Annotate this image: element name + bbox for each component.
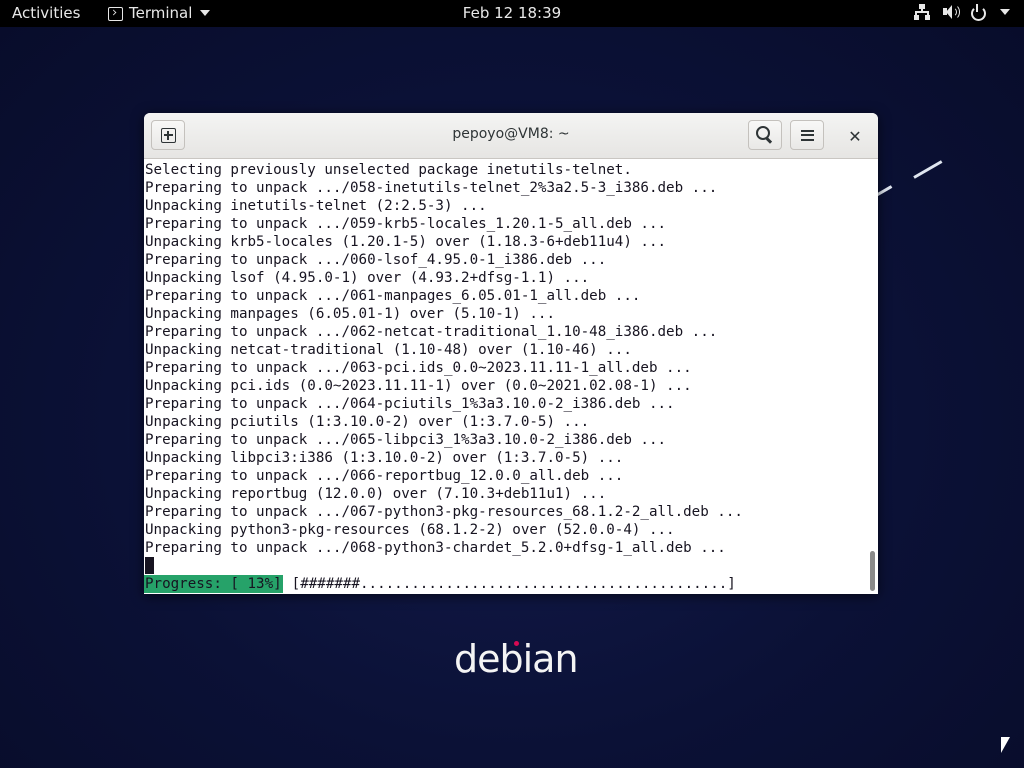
scrollbar-thumb[interactable] — [870, 551, 875, 591]
chevron-down-icon — [1000, 9, 1010, 15]
terminal-line: Unpacking pci.ids (0.0~2023.11.11-1) ove… — [145, 378, 692, 394]
desktop: Activities Terminal Feb 12 18:39 debian … — [0, 0, 1024, 768]
activities-button[interactable]: Activities — [12, 4, 80, 22]
progress-bar: [#######................................… — [291, 576, 736, 592]
terminal-line: Preparing to unpack .../066-reportbug_12… — [145, 468, 624, 484]
terminal-line: Preparing to unpack .../062-netcat-tradi… — [145, 324, 718, 340]
network-wired-icon — [914, 4, 930, 20]
new-tab-button[interactable] — [151, 120, 185, 150]
terminal-line: Preparing to unpack .../068-python3-char… — [145, 540, 726, 556]
terminal-line: Preparing to unpack .../058-inetutils-te… — [145, 180, 718, 196]
chevron-down-icon — [200, 10, 211, 16]
mouse-pointer — [1001, 737, 1010, 753]
app-menu-button[interactable]: Terminal — [108, 4, 211, 22]
menu-button[interactable] — [790, 120, 824, 150]
window-headerbar[interactable]: pepoyo@VM8: ~ ✕ — [144, 113, 878, 159]
clock-button[interactable]: Feb 12 18:39 — [463, 4, 561, 22]
terminal-cursor — [145, 557, 154, 574]
wallpaper-streak — [913, 160, 943, 179]
terminal-line: Unpacking inetutils-telnet (2:2.5-3) ... — [145, 198, 487, 214]
terminal-line: Unpacking krb5-locales (1.20.1-5) over (… — [145, 234, 667, 250]
power-icon — [970, 4, 986, 21]
system-tray[interactable] — [914, 4, 1010, 21]
speaker-volume-icon — [942, 4, 960, 20]
terminal-line: Unpacking libpci3:i386 (1:3.10.0-2) over… — [145, 450, 624, 466]
debian-logo: debian — [454, 637, 579, 681]
progress-row: Progress: [ 13%] [#######...............… — [144, 575, 736, 593]
terminal-output[interactable]: Selecting previously unselected package … — [144, 159, 866, 594]
terminal-icon — [108, 7, 123, 21]
terminal-line: Unpacking pciutils (1:3.10.0-2) over (1:… — [145, 414, 590, 430]
terminal-line: Preparing to unpack .../061-manpages_6.0… — [145, 288, 641, 304]
scrollbar[interactable] — [866, 159, 878, 594]
terminal-line: Selecting previously unselected package … — [145, 162, 632, 178]
terminal-line: Unpacking lsof (4.95.0-1) over (4.93.2+d… — [145, 270, 590, 286]
terminal-line: Unpacking manpages (6.05.01-1) over (5.1… — [145, 306, 555, 322]
new-tab-icon — [160, 127, 176, 143]
terminal-line: Preparing to unpack .../067-python3-pkg-… — [145, 504, 743, 520]
terminal-line: Preparing to unpack .../064-pciutils_1%3… — [145, 396, 675, 412]
close-button[interactable]: ✕ — [844, 125, 866, 147]
terminal-line: Preparing to unpack .../059-krb5-locales… — [145, 216, 667, 232]
hamburger-menu-icon — [800, 129, 814, 141]
search-button[interactable] — [748, 120, 782, 150]
app-menu-label: Terminal — [129, 4, 193, 22]
terminal-line: Unpacking python3-pkg-resources (68.1.2-… — [145, 522, 675, 538]
top-bar: Activities Terminal Feb 12 18:39 — [0, 0, 1024, 27]
terminal-line: Preparing to unpack .../065-libpci3_1%3a… — [145, 432, 667, 448]
terminal-lines: Selecting previously unselected package … — [145, 161, 743, 557]
terminal-line: Unpacking netcat-traditional (1.10-48) o… — [145, 342, 632, 358]
terminal-window: pepoyo@VM8: ~ ✕ Selecting previously uns… — [144, 113, 878, 594]
close-icon: ✕ — [848, 126, 862, 146]
progress-label: Progress: [ 13%] — [144, 575, 283, 593]
search-icon — [756, 126, 770, 140]
terminal-line: Preparing to unpack .../060-lsof_4.95.0-… — [145, 252, 607, 268]
terminal-line: Preparing to unpack .../063-pci.ids_0.0~… — [145, 360, 692, 376]
terminal-line: Unpacking reportbug (12.0.0) over (7.10.… — [145, 486, 607, 502]
